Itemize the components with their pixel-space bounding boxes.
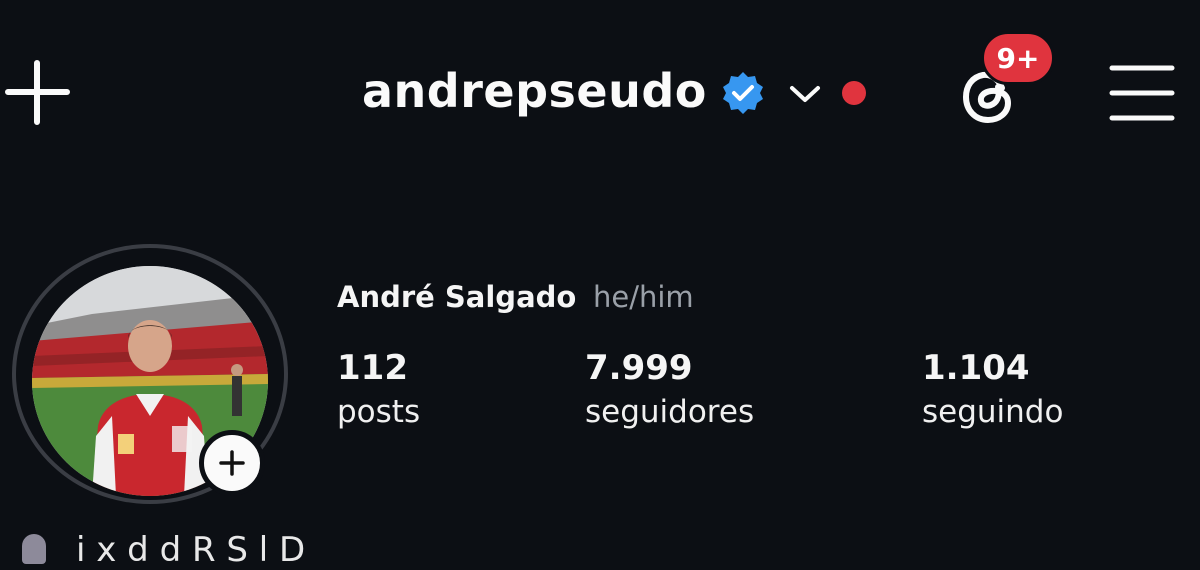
stat-posts[interactable]: 112 posts (337, 348, 420, 430)
bio-person-icon (22, 534, 46, 564)
profile-full-name: André Salgado (337, 280, 577, 314)
bio-text: i x d d R S l D (76, 530, 306, 570)
notification-dot (842, 81, 866, 105)
verified-badge-icon (720, 70, 766, 116)
stat-label: seguidores (585, 394, 755, 430)
chevron-down-icon (790, 86, 820, 102)
stat-label: seguindo (922, 394, 1064, 430)
stat-followers[interactable]: 7.999 seguidores (585, 348, 754, 430)
plus-icon (5, 60, 70, 125)
stat-following[interactable]: 1.104 seguindo (922, 348, 1063, 430)
menu-button[interactable] (1108, 62, 1176, 124)
stat-value: 112 (337, 348, 408, 388)
plus-icon (219, 450, 245, 476)
username-title[interactable]: andrepseudo (362, 64, 707, 118)
new-post-button[interactable] (0, 55, 75, 130)
stat-value: 1.104 (922, 348, 1030, 388)
stat-label: posts (337, 394, 421, 430)
account-switch-button[interactable] (787, 80, 823, 108)
hamburger-menu-icon (1109, 65, 1175, 121)
add-story-button[interactable] (199, 430, 265, 496)
profile-pronouns: he/him (593, 280, 694, 314)
notification-count-badge: 9+ (981, 31, 1055, 85)
stat-value: 7.999 (585, 348, 693, 388)
